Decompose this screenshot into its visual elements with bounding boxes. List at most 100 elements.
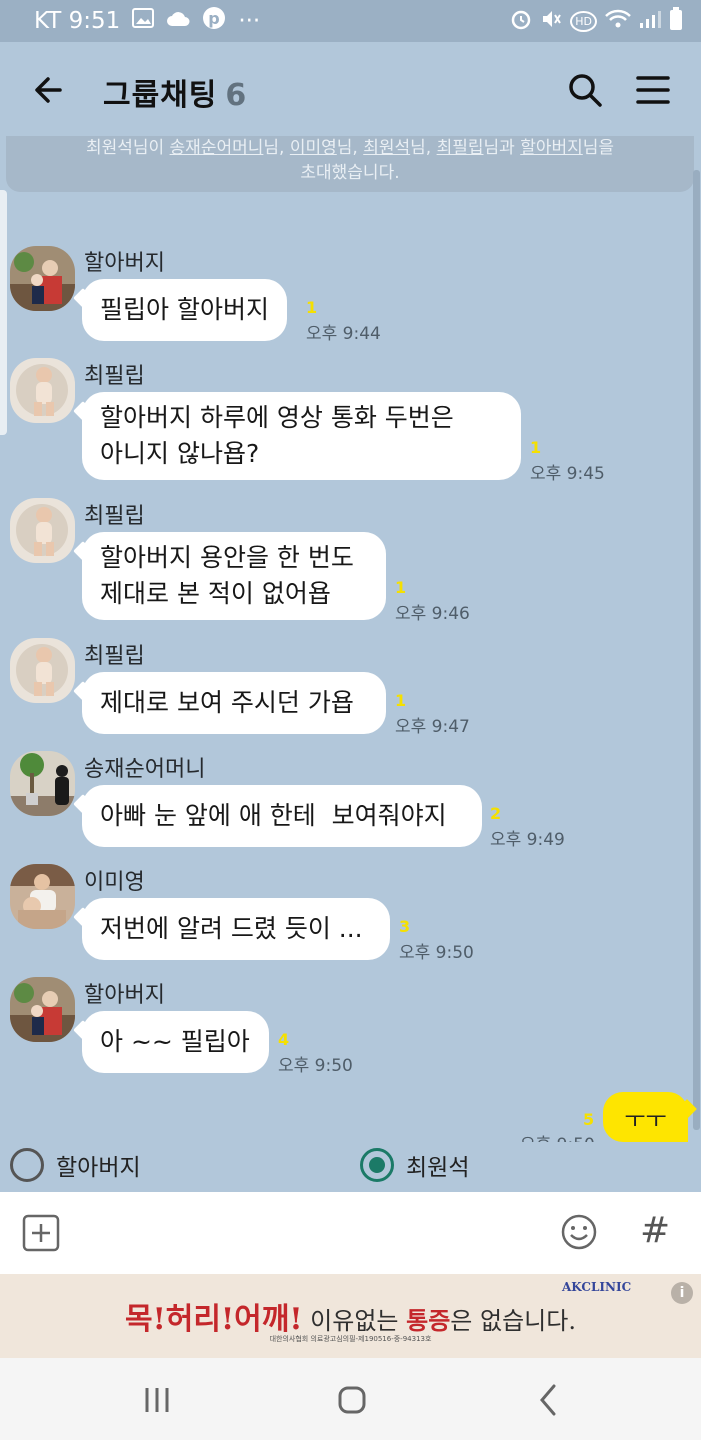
option-grandfather[interactable]: 할아버지 [10,1148,141,1182]
notice-text: 님, [336,138,364,158]
gallery-icon [132,8,155,34]
notice-name-link[interactable]: 최원석 [363,138,410,158]
notice-name-link[interactable]: 이미영 [290,138,337,158]
message-bubble[interactable]: 아 ~~ 필립아 [82,1011,269,1073]
unread-count: 1 [306,298,318,317]
avatar-philip[interactable] [10,638,75,703]
battery-icon [669,6,683,36]
my-message-bubble[interactable]: ㅜㅜ [603,1092,688,1142]
notice-text: 님을 [582,138,615,158]
option-label: 최원석 [406,1155,470,1181]
unread-count: 3 [399,917,411,936]
message-bubble[interactable]: 할아버지 하루에 영상 통화 두번은 아니지 않나욥? [82,392,521,480]
message-time: 오후 9:46 [395,604,470,624]
message-sender: 할아버지 [84,983,165,1008]
message-sender: 최필립 [84,364,145,389]
message-bubble[interactable]: 필립아 할아버지 [82,279,287,341]
hamburger-menu-icon[interactable] [634,72,672,108]
notice-text: 님, [410,138,437,158]
message-sender: 할아버지 [84,251,165,276]
message-bubble[interactable]: 할아버지 용안을 한 번도 제대로 본 적이 없어욥 [82,532,386,620]
message-sender: 최필립 [84,504,145,529]
radio-unchecked-icon[interactable] [10,1148,44,1182]
message-time: 오후 9:44 [306,324,381,344]
wifi-icon [605,9,631,34]
message-time: 오후 9:45 [530,464,605,484]
message-time: 오후 9:50 [278,1056,353,1076]
pinterest-icon: p [202,6,226,36]
notice-name-link[interactable]: 최필립 [437,138,484,158]
search-icon[interactable] [565,70,605,110]
avatar-philip[interactable] [10,498,75,563]
unread-count: 1 [530,438,542,457]
unread-count: 2 [490,804,502,823]
mute-icon [540,8,562,35]
message-text: 저번에 알려 드렸 듯이 ... [100,914,363,943]
edge-panel-handle[interactable] [0,190,7,435]
message-bubble[interactable]: 아빠 눈 앞에 애 한테 보여줘야지 [82,785,482,847]
back-nav-icon[interactable] [528,1380,568,1420]
message-text: 할아버지 용안을 한 번도 [100,543,354,572]
chat-title: 그룹채팅 6 [103,70,247,114]
more-notifications: ··· [238,8,261,34]
reply-target-options: 할아버지 최원석 [0,1142,701,1192]
message-time: 오후 9:47 [395,717,470,737]
ad-headline-text: 이유없는 [302,1307,407,1335]
chat-header: 그룹채팅 6 [0,42,701,138]
hashtag-search-icon[interactable]: # [640,1210,670,1251]
radio-checked-icon[interactable] [360,1148,394,1182]
option-label: 할아버지 [56,1155,141,1181]
unread-count: 4 [278,1030,290,1049]
notice-name-link[interactable]: 송재순어머니 [170,138,264,158]
option-wonseok[interactable]: 최원석 [360,1148,469,1182]
invite-notice-line1: 최원석님이 송재순어머니님, 이미영님, 최원석님, 최필립님과 할아버지님을 [6,136,694,161]
message-time: 오후 9:50 [399,943,474,963]
recent-apps-icon[interactable] [137,1380,177,1420]
emoticon-icon[interactable] [560,1213,598,1251]
ad-headline: 목!허리!어깨! 이유없는 통증은 없습니다. [0,1294,701,1338]
invite-notice-line2: 초대했습니다. [300,163,400,183]
chat-title-text: 그룹채팅 [103,78,218,113]
member-count: 6 [225,78,248,113]
notice-text: 님과 [483,138,521,158]
ad-headline-text: 은 없습니다. [450,1307,576,1335]
message-sender: 최필립 [84,644,145,669]
avatar-grandfather[interactable] [10,246,75,311]
my-message-time: 오후 9:50 [520,1130,595,1142]
invite-notice: 최원석님이 송재순어머니님, 이미영님, 최원석님, 최필립님과 할아버지님을 … [6,136,694,192]
message-text: 필립아 할아버지 [100,295,269,324]
ad-banner[interactable]: AKCLINIC i 목!허리!어깨! 이유없는 통증은 없습니다. 대한의사협… [0,1274,701,1358]
message-text: 제대로 보여 주시던 가욥 [100,688,354,717]
unread-count: 1 [395,578,407,597]
status-bar: KT 9:51 p ··· HD [0,0,701,42]
message-bubble[interactable]: 저번에 알려 드렸 듯이 ... [82,898,390,960]
home-icon[interactable] [332,1380,372,1420]
signal-icon [639,9,661,34]
ad-logo: AKCLINIC [562,1280,632,1294]
cloud-icon [166,8,190,34]
notice-text: 님, [263,138,290,158]
chat-scrollbar[interactable] [693,170,700,1130]
avatar-philip[interactable] [10,358,75,423]
message-text: 제대로 본 적이 없어욥 [100,579,331,608]
message-text: 할아버지 하루에 영상 통화 두번은 [100,403,454,432]
message-bubble[interactable]: 제대로 보여 주시던 가욥 [82,672,386,734]
my-unread-count: 5 [583,1110,595,1129]
avatar-grandfather[interactable] [10,977,75,1042]
message-sender: 이미영 [84,870,145,895]
back-arrow-icon[interactable] [30,70,70,110]
message-time: 오후 9:49 [490,830,565,850]
avatar-mother[interactable] [10,751,75,816]
ad-fineprint: 대한의사협회 의료광고심의필-제190516-중-94313호 [269,1335,432,1343]
hd-voice-icon: HD [570,10,597,32]
avatar-miyoung[interactable] [10,864,75,929]
message-text: 아빠 눈 앞에 애 한테 보여줘야지 [100,801,447,830]
carrier-time: KT 9:51 [34,8,121,34]
plus-icon[interactable] [22,1214,60,1252]
system-navigation-bar [0,1358,701,1440]
unread-count: 1 [395,691,407,710]
ad-headline-red: 통증 [406,1306,451,1335]
ad-headline-red: 목!허리!어깨! [125,1302,303,1337]
notice-name-link[interactable]: 할아버지 [520,138,583,158]
my-message-text: ㅜㅜ [624,1107,667,1133]
